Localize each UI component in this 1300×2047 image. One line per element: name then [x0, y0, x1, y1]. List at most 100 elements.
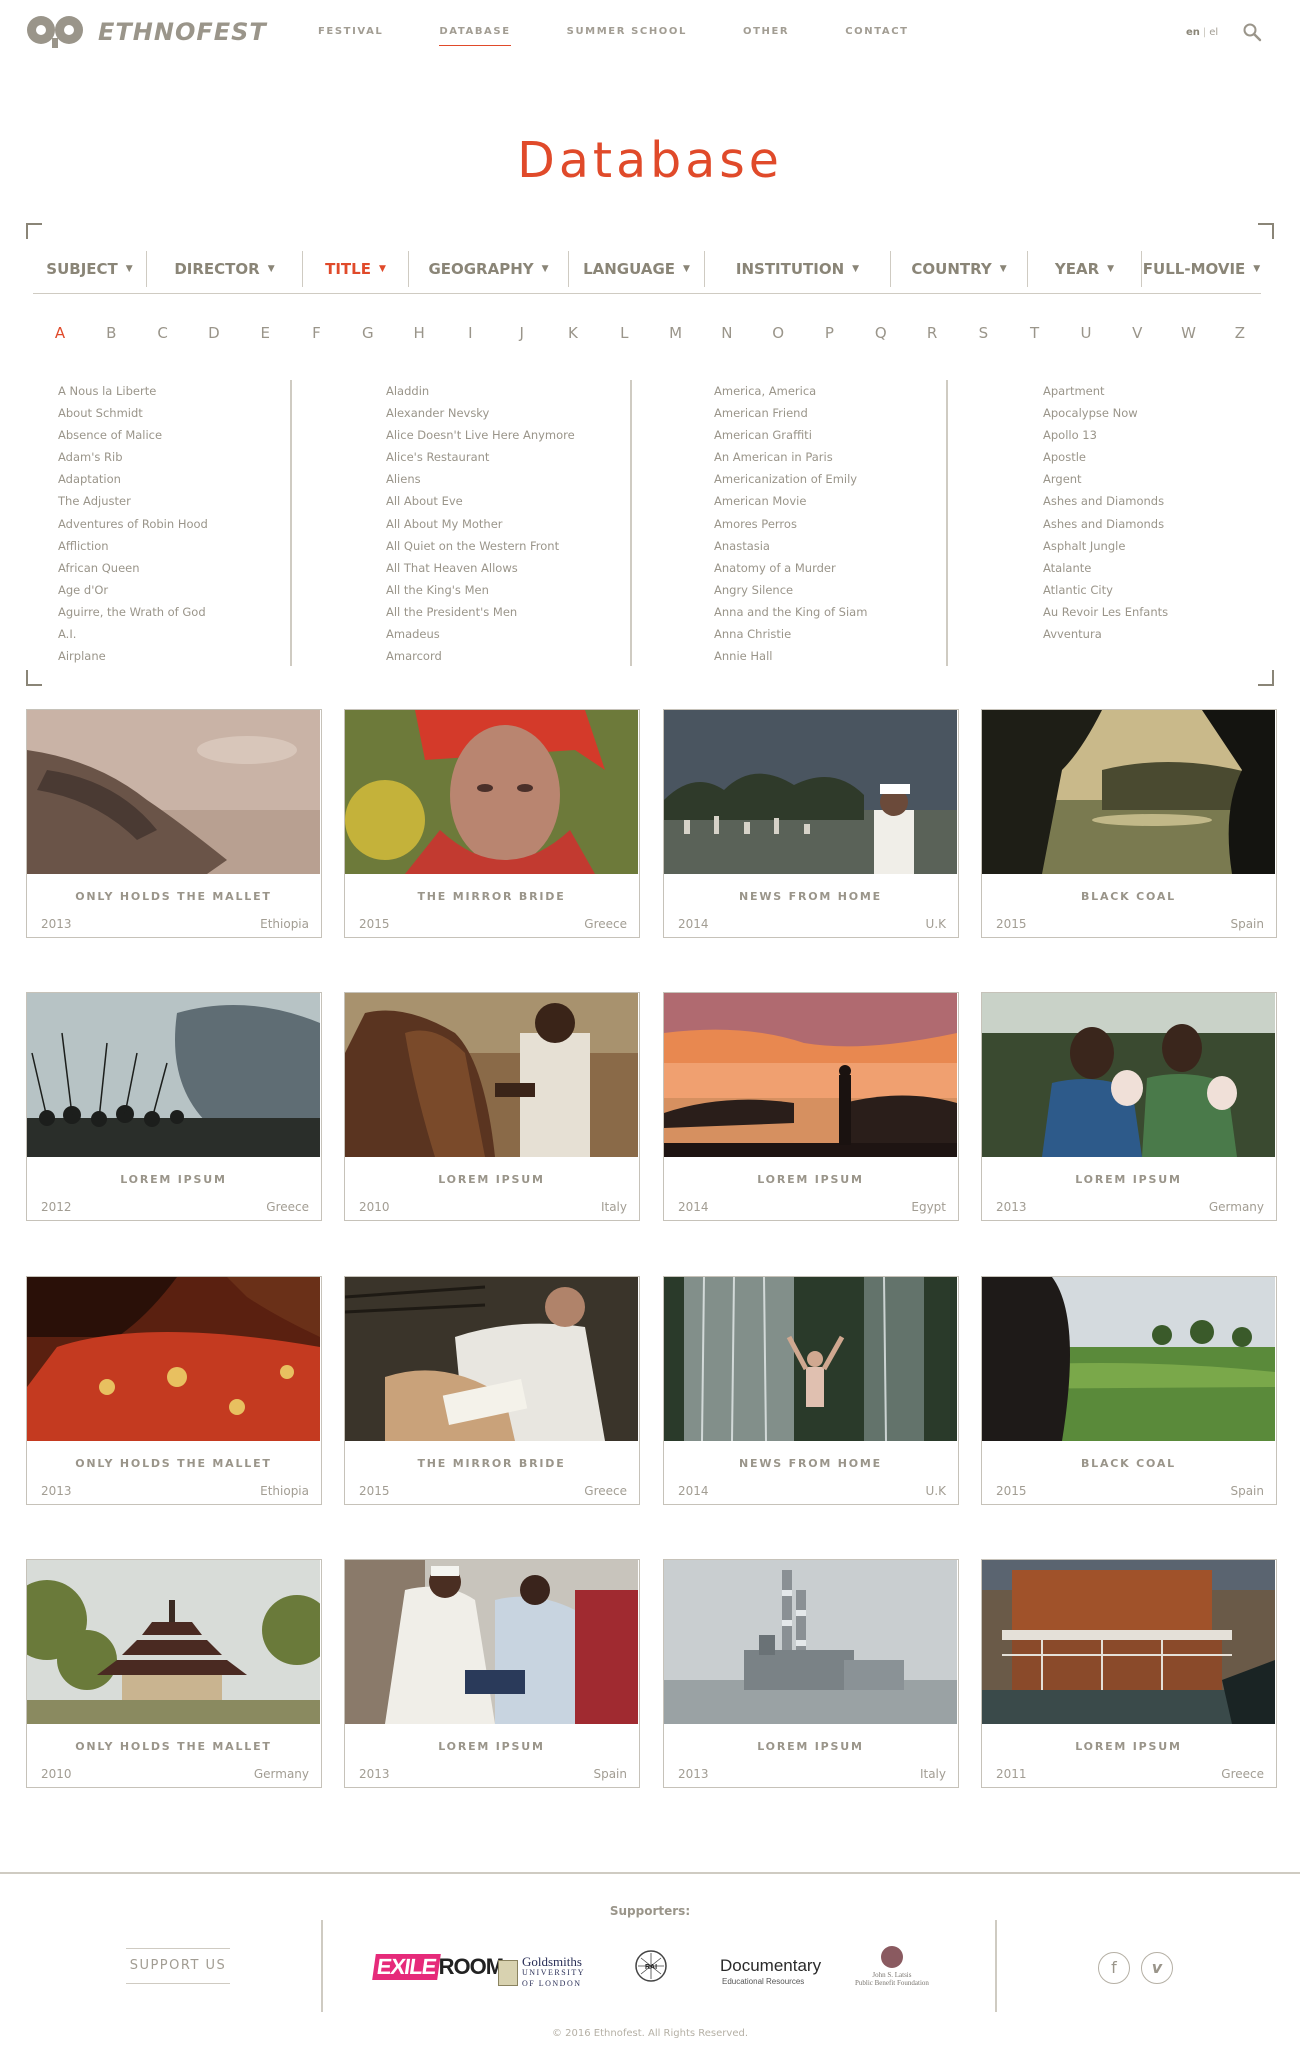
title-link[interactable]: Adaptation	[58, 468, 208, 490]
film-title[interactable]: LOREM IPSUM	[27, 1173, 320, 1186]
film-thumbnail[interactable]	[982, 710, 1275, 874]
title-link[interactable]: Atlantic City	[1043, 579, 1168, 601]
film-card[interactable]: ONLY HOLDS THE MALLET 2013 Ethiopia	[26, 709, 322, 938]
title-link[interactable]: Amarcord	[386, 645, 575, 667]
site-logo[interactable]: ETHNOFEST	[26, 12, 267, 52]
letter-a[interactable]: A	[50, 324, 70, 342]
title-link[interactable]: Atalante	[1043, 557, 1168, 579]
title-link[interactable]: Aladdin	[386, 380, 575, 402]
film-card[interactable]: LOREM IPSUM 2013 Italy	[663, 1559, 959, 1788]
title-link[interactable]: Absence of Malice	[58, 424, 208, 446]
title-link[interactable]: African Queen	[58, 557, 208, 579]
title-link[interactable]: Avventura	[1043, 623, 1168, 645]
letter-g[interactable]: G	[358, 324, 378, 342]
title-link[interactable]: Amores Perros	[714, 513, 867, 535]
title-link[interactable]: A.I.	[58, 623, 208, 645]
film-title[interactable]: ONLY HOLDS THE MALLET	[27, 1740, 320, 1753]
title-link[interactable]: American Movie	[714, 490, 867, 512]
sponsor-documentary[interactable]: Documentary Educational Resources	[720, 1957, 821, 1990]
film-card[interactable]: NEWS FROM HOME 2014 U.K	[663, 709, 959, 938]
film-card[interactable]: BLACK COAL 2015 Spain	[981, 1276, 1277, 1505]
title-link[interactable]: An American in Paris	[714, 446, 867, 468]
filter-title[interactable]: TITLE ▼	[303, 250, 409, 287]
title-link[interactable]: Anna and the King of Siam	[714, 601, 867, 623]
film-title[interactable]: LOREM IPSUM	[345, 1173, 638, 1186]
film-title[interactable]: ONLY HOLDS THE MALLET	[27, 1457, 320, 1470]
film-thumbnail[interactable]	[345, 1277, 638, 1441]
title-link[interactable]: Apollo 13	[1043, 424, 1168, 446]
letter-f[interactable]: F	[306, 324, 326, 342]
title-link[interactable]: All Quiet on the Western Front	[386, 535, 575, 557]
film-title[interactable]: NEWS FROM HOME	[664, 1457, 957, 1470]
letter-n[interactable]: N	[717, 324, 737, 342]
lang-en[interactable]: en	[1186, 27, 1200, 38]
film-card[interactable]: LOREM IPSUM 2011 Greece	[981, 1559, 1277, 1788]
search-icon[interactable]	[1242, 22, 1262, 42]
nav-other[interactable]: OTHER	[743, 26, 789, 46]
title-link[interactable]: Apartment	[1043, 380, 1168, 402]
title-link[interactable]: Apostle	[1043, 446, 1168, 468]
letter-r[interactable]: R	[922, 324, 942, 342]
nav-database[interactable]: DATABASE	[439, 26, 511, 46]
title-link[interactable]: Aguirre, the Wrath of God	[58, 601, 208, 623]
letter-d[interactable]: D	[204, 324, 224, 342]
letter-o[interactable]: O	[768, 324, 788, 342]
letter-z[interactable]: Z	[1230, 324, 1250, 342]
film-thumbnail[interactable]	[27, 993, 320, 1157]
letter-i[interactable]: I	[460, 324, 480, 342]
nav-summer-school[interactable]: SUMMER SCHOOL	[567, 26, 687, 46]
title-link[interactable]: About Schmidt	[58, 402, 208, 424]
lang-el[interactable]: el	[1209, 27, 1218, 38]
title-link[interactable]: All the King's Men	[386, 579, 575, 601]
film-card[interactable]: BLACK COAL 2015 Spain	[981, 709, 1277, 938]
title-link[interactable]: Aliens	[386, 468, 575, 490]
title-link[interactable]: Apocalypse Now	[1043, 402, 1168, 424]
film-thumbnail[interactable]	[27, 710, 320, 874]
title-link[interactable]: American Graffiti	[714, 424, 867, 446]
film-card[interactable]: LOREM IPSUM 2012 Greece	[26, 992, 322, 1221]
title-link[interactable]: Annie Hall	[714, 645, 867, 667]
film-thumbnail[interactable]	[664, 993, 957, 1157]
letter-q[interactable]: Q	[871, 324, 891, 342]
nav-festival[interactable]: FESTIVAL	[318, 26, 383, 46]
film-thumbnail[interactable]	[664, 710, 957, 874]
title-link[interactable]: Alexander Nevsky	[386, 402, 575, 424]
film-thumbnail[interactable]	[345, 710, 638, 874]
nav-contact[interactable]: CONTACT	[845, 26, 908, 46]
film-card[interactable]: NEWS FROM HOME 2014 U.K	[663, 1276, 959, 1505]
filter-country[interactable]: COUNTRY ▼	[891, 250, 1028, 287]
film-card[interactable]: LOREM IPSUM 2013 Spain	[344, 1559, 640, 1788]
title-link[interactable]: Americanization of Emily	[714, 468, 867, 490]
film-thumbnail[interactable]	[664, 1560, 957, 1724]
filter-geography[interactable]: GEOGRAPHY ▼	[409, 250, 569, 287]
film-card[interactable]: ONLY HOLDS THE MALLET 2013 Ethiopia	[26, 1276, 322, 1505]
film-title[interactable]: LOREM IPSUM	[982, 1173, 1275, 1186]
film-title[interactable]: LOREM IPSUM	[664, 1173, 957, 1186]
title-link[interactable]: All That Heaven Allows	[386, 557, 575, 579]
sponsor-rai-logo[interactable]: RAI	[628, 1948, 674, 1990]
film-title[interactable]: THE MIRROR BRIDE	[345, 890, 638, 903]
letter-j[interactable]: J	[512, 324, 532, 342]
film-thumbnail[interactable]	[27, 1277, 320, 1441]
title-link[interactable]: Airplane	[58, 645, 208, 667]
film-card[interactable]: LOREM IPSUM 2014 Egypt	[663, 992, 959, 1221]
letter-v[interactable]: V	[1127, 324, 1147, 342]
filter-institution[interactable]: INSTITUTION ▼	[705, 250, 891, 287]
film-card[interactable]: THE MIRROR BRIDE 2015 Greece	[344, 709, 640, 938]
letter-l[interactable]: L	[614, 324, 634, 342]
sponsor-exileroom[interactable]: EXILE ROOM	[372, 1954, 504, 1980]
title-link[interactable]: Anna Christie	[714, 623, 867, 645]
title-link[interactable]: Au Revoir Les Enfants	[1043, 601, 1168, 623]
title-link[interactable]: Argent	[1043, 468, 1168, 490]
title-link[interactable]: Ashes and Diamonds	[1043, 513, 1168, 535]
title-link[interactable]: America, America	[714, 380, 867, 402]
title-link[interactable]: Age d'Or	[58, 579, 208, 601]
filter-full-movie[interactable]: FULL-MOVIE ▼	[1142, 251, 1261, 287]
filter-director[interactable]: DIRECTOR ▼	[147, 250, 303, 287]
film-thumbnail[interactable]	[982, 1560, 1275, 1724]
film-title[interactable]: LOREM IPSUM	[982, 1740, 1275, 1753]
film-card[interactable]: ONLY HOLDS THE MALLET 2010 Germany	[26, 1559, 322, 1788]
letter-u[interactable]: U	[1076, 324, 1096, 342]
title-link[interactable]: Ashes and Diamonds	[1043, 490, 1168, 512]
film-thumbnail[interactable]	[982, 1277, 1275, 1441]
